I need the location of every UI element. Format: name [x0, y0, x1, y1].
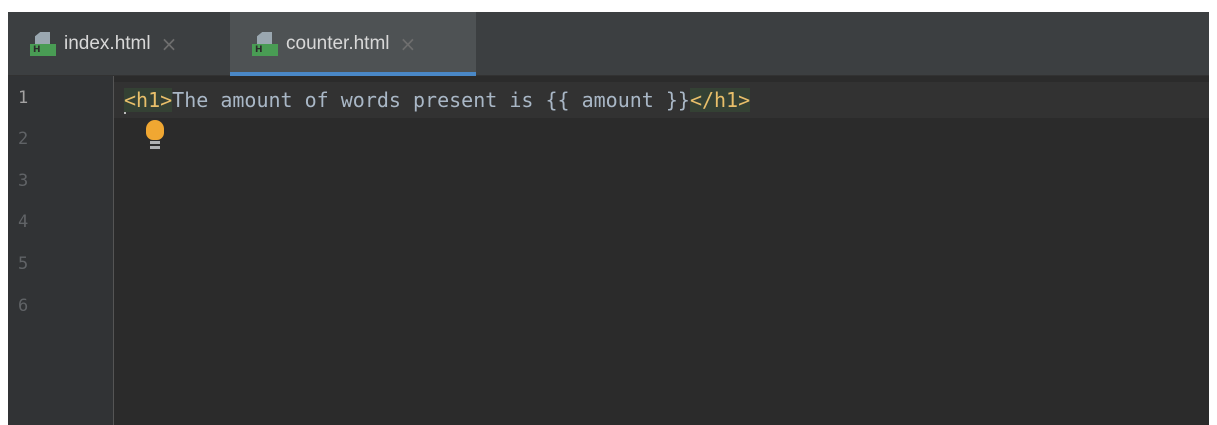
tab-index-html[interactable]: H index.html × — [8, 12, 230, 76]
editor-tab-bar: H index.html × H counter.html × — [8, 12, 1209, 76]
line-number: 1 — [18, 88, 29, 108]
line-number: 5 — [18, 254, 29, 274]
line-number: 4 — [18, 212, 29, 232]
html-open-tag: <h1> — [124, 88, 173, 112]
code-editor[interactable]: 1 2 3 4 5 6 <h1>The amount of words pres… — [8, 76, 1209, 425]
html-file-icon: H — [30, 32, 56, 56]
line-number-gutter[interactable]: 1 2 3 4 5 6 — [8, 76, 114, 425]
tab-label: counter.html — [286, 33, 390, 54]
code-text: The amount of words present is {{ amount… — [172, 88, 690, 112]
lightbulb-icon[interactable] — [144, 120, 166, 154]
code-line-1[interactable]: <h1>The amount of words present is {{ am… — [124, 84, 751, 116]
line-number: 3 — [18, 171, 29, 191]
html-close-tag: </h1> — [689, 88, 751, 112]
tab-label: index.html — [64, 33, 151, 54]
tab-counter-html[interactable]: H counter.html × — [230, 12, 476, 76]
html-file-icon: H — [252, 32, 278, 56]
line-number: 6 — [18, 296, 29, 316]
close-icon[interactable]: × — [161, 32, 178, 56]
close-icon[interactable]: × — [400, 32, 417, 56]
line-number: 2 — [18, 129, 29, 149]
ide-window: H index.html × H counter.html × 1 2 3 4 … — [8, 12, 1209, 425]
